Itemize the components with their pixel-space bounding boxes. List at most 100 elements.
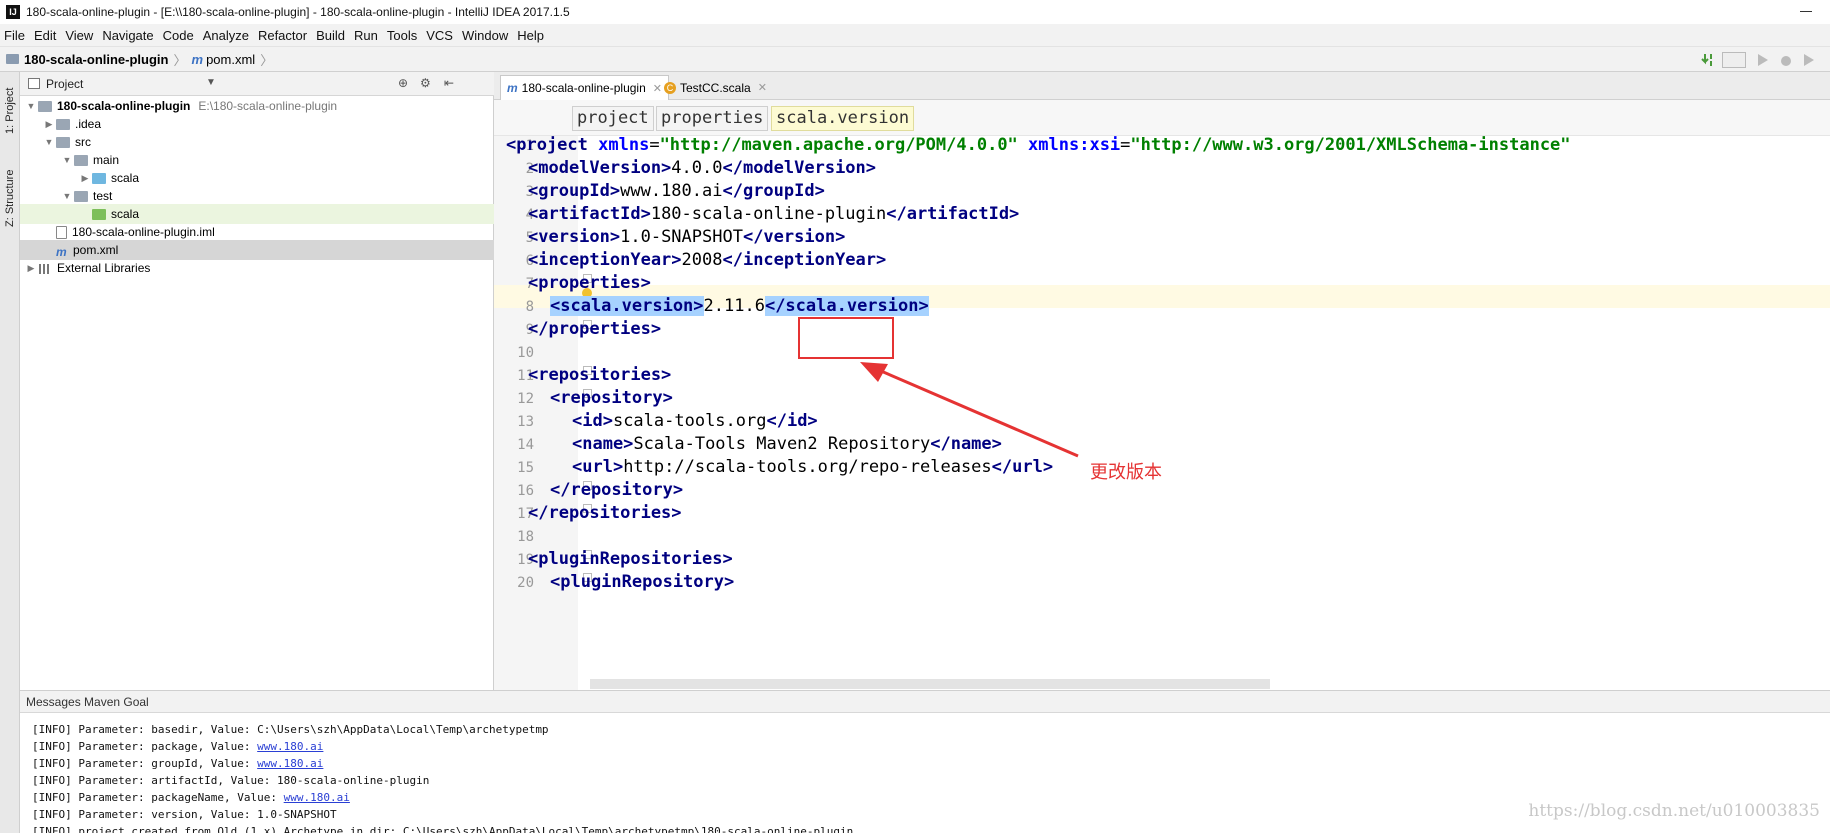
tree-label: 180-scala-online-plugin: [57, 99, 191, 113]
editor-area: m 180-scala-online-plugin ✕ C TestCC.sca…: [494, 72, 1830, 690]
line-number: 14: [517, 437, 534, 453]
run-config-dropdown[interactable]: [1722, 52, 1746, 68]
code-line-12[interactable]: <repository>: [550, 388, 673, 408]
xml-crumb-project[interactable]: project: [572, 106, 654, 131]
menu-vcs[interactable]: VCS: [426, 28, 453, 43]
project-view-selector[interactable]: Project: [46, 77, 83, 91]
horizontal-scrollbar[interactable]: [590, 679, 1270, 689]
watermark: https://blog.csdn.net/u010003835: [1528, 801, 1820, 821]
tree-row-external-libraries[interactable]: ▶ External Libraries: [20, 258, 494, 278]
code-line-15[interactable]: <url>http://scala-tools.org/repo-release…: [572, 457, 1053, 477]
breadcrumb-project[interactable]: 180-scala-online-plugin: [24, 52, 168, 67]
menu-build[interactable]: Build: [316, 28, 345, 43]
code-line-13[interactable]: <id>scala-tools.org</id>: [572, 411, 818, 431]
tree-path: E:\180-scala-online-plugin: [198, 99, 338, 113]
scroll-from-source-icon[interactable]: ⊕: [398, 76, 408, 90]
coverage-icon[interactable]: [1802, 52, 1818, 68]
debug-icon[interactable]: [1778, 52, 1794, 68]
tab-label: 180-scala-online-plugin: [521, 81, 646, 95]
code-line-6[interactable]: <inceptionYear>2008</inceptionYear>: [528, 250, 886, 270]
line-number: 13: [517, 414, 534, 430]
tab-pom[interactable]: m 180-scala-online-plugin ✕: [500, 75, 669, 100]
test-folder-icon: [92, 208, 106, 220]
log-link[interactable]: www.180.ai: [257, 740, 323, 753]
tab-label: TestCC.scala: [680, 80, 751, 95]
tree-row-test[interactable]: ▼ test: [20, 186, 494, 206]
xml-crumb-scala-version[interactable]: scala.version: [771, 106, 915, 131]
code-line-4[interactable]: <artifactId>180-scala-online-plugin</art…: [528, 204, 1019, 224]
tree-row-idea[interactable]: ▶ .idea: [20, 114, 494, 134]
tree-row-main-scala[interactable]: ▶ scala: [20, 168, 494, 188]
menu-tools[interactable]: Tools: [387, 28, 417, 43]
code-line-8[interactable]: <scala.version>2.11.6</scala.version>: [550, 296, 929, 316]
menu-help[interactable]: Help: [517, 28, 544, 43]
xml-breadcrumb-bar: project properties scala.version: [494, 100, 1830, 136]
tree-row-root[interactable]: ▼ 180-scala-online-plugin E:\180-scala-o…: [20, 96, 494, 116]
tree-row-test-scala[interactable]: scala: [20, 204, 494, 224]
xml-crumb-properties[interactable]: properties: [656, 106, 769, 131]
tree-label: External Libraries: [57, 261, 151, 275]
breadcrumb-file[interactable]: pom.xml: [206, 52, 255, 67]
editor-tabs: m 180-scala-online-plugin ✕ C TestCC.sca…: [494, 72, 1830, 100]
scala-class-icon: C: [664, 81, 676, 94]
menu-analyze[interactable]: Analyze: [203, 28, 249, 43]
code-line-19[interactable]: <pluginRepositories>: [528, 549, 733, 569]
collapse-arrow-icon[interactable]: ▶: [78, 173, 92, 184]
code-line-3[interactable]: <groupId>www.180.ai</groupId>: [528, 181, 825, 201]
line-number: 18: [517, 529, 534, 545]
code-line-17[interactable]: </repositories>: [528, 503, 682, 523]
menu-code[interactable]: Code: [163, 28, 194, 43]
tree-label: test: [93, 189, 113, 203]
project-panel: Project ▼ ⊕ ⚙ ⇤ ▼ 180-scala-online-plugi…: [20, 72, 494, 690]
tree-row-pom[interactable]: m pom.xml: [20, 240, 494, 260]
project-view-icon: [28, 78, 40, 89]
log-line: [INFO] Parameter: artifactId, Value: 180…: [32, 774, 430, 787]
code-line-20[interactable]: <pluginRepository>: [550, 572, 734, 592]
code-line-9[interactable]: </properties>: [528, 319, 661, 339]
menu-refactor[interactable]: Refactor: [258, 28, 307, 43]
log-link[interactable]: www.180.ai: [257, 757, 323, 770]
menu-view[interactable]: View: [65, 28, 93, 43]
log-link[interactable]: www.180.ai: [284, 791, 350, 804]
tree-label: src: [75, 135, 91, 149]
code-line-1[interactable]: <project xmlns="http://maven.apache.org/…: [506, 135, 1571, 155]
close-icon[interactable]: ✕: [758, 81, 767, 94]
log-line: [INFO] Parameter: basedir, Value: C:\Use…: [32, 723, 549, 736]
minimize-icon[interactable]: [1800, 11, 1812, 12]
structure-tool-button[interactable]: Z: Structure: [4, 170, 16, 227]
code-line-5[interactable]: <version>1.0-SNAPSHOT</version>: [528, 227, 845, 247]
run-icon[interactable]: [1756, 52, 1770, 68]
folder-icon: [56, 136, 70, 148]
download-arrow-icon[interactable]: [1700, 52, 1716, 68]
tree-row-main[interactable]: ▼ main: [20, 150, 494, 170]
gear-icon[interactable]: ⚙: [420, 76, 431, 90]
code-line-16[interactable]: </repository>: [550, 480, 683, 500]
code-line-2[interactable]: <modelVersion>4.0.0</modelVersion>: [528, 158, 876, 178]
menu-edit[interactable]: Edit: [34, 28, 56, 43]
collapse-arrow-icon[interactable]: ▶: [24, 263, 38, 274]
tree-label: scala: [111, 171, 140, 185]
expand-arrow-icon[interactable]: ▼: [42, 137, 56, 147]
log-line: [INFO] Parameter: packageName, Value: ww…: [32, 791, 350, 804]
menu-window[interactable]: Window: [462, 28, 508, 43]
expand-arrow-icon[interactable]: ▼: [60, 191, 74, 201]
line-number: 16: [517, 483, 534, 499]
tree-row-iml[interactable]: 180-scala-online-plugin.iml: [20, 222, 494, 242]
line-number: 12: [517, 391, 534, 407]
tree-row-src[interactable]: ▼ src: [20, 132, 494, 152]
hide-panel-icon[interactable]: ⇤: [444, 76, 454, 90]
menu-run[interactable]: Run: [354, 28, 378, 43]
folder-icon: [74, 154, 88, 166]
tab-testcc[interactable]: C TestCC.scala ✕: [658, 75, 773, 100]
menu-file[interactable]: File: [4, 28, 25, 43]
code-line-7[interactable]: <properties>: [528, 273, 651, 293]
expand-arrow-icon[interactable]: ▼: [24, 101, 38, 111]
project-tool-button[interactable]: 1: Project: [4, 88, 16, 134]
menu-navigate[interactable]: Navigate: [102, 28, 153, 43]
tree-label: scala: [111, 207, 140, 221]
menu-bar: File Edit View Navigate Code Analyze Ref…: [0, 24, 1830, 46]
expand-arrow-icon[interactable]: ▼: [60, 155, 74, 165]
collapse-arrow-icon[interactable]: ▶: [42, 119, 56, 130]
dropdown-arrow-icon[interactable]: ▼: [206, 77, 216, 88]
code-line-11[interactable]: <repositories>: [528, 365, 671, 385]
